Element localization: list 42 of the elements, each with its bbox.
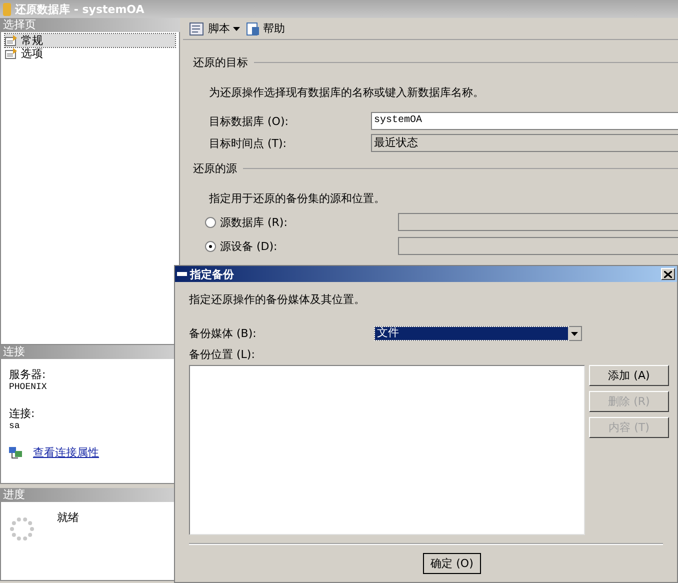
radio-label: 源设备 (D):: [220, 238, 278, 254]
radio-button[interactable]: [205, 240, 216, 252]
login-name: sa: [9, 421, 21, 431]
login-label: 连接:: [9, 406, 36, 421]
side-button[interactable]: 添加 (A): [589, 365, 669, 386]
description-text: 指定还原操作的备份媒体及其位置。: [189, 292, 366, 307]
database-icon: [3, 2, 11, 16]
page-icon: [5, 48, 18, 59]
media-dropdown[interactable]: 文件: [374, 326, 582, 341]
radio-label: 源数据库 (R):: [220, 214, 288, 230]
page-icon: [5, 35, 18, 46]
field-label: 目标时间点 (T):: [209, 136, 288, 150]
window-menu-icon: [177, 272, 187, 276]
help-document-icon: [246, 22, 260, 36]
spinner-icon: [9, 516, 35, 542]
sidebar-item[interactable]: 选项: [5, 47, 175, 60]
input-field[interactable]: [398, 213, 678, 231]
description-text: 为还原操作选择现有数据库的名称或键入新数据库名称。: [208, 85, 485, 100]
description-text: 指定用于还原的备份集的源和位置。: [208, 191, 386, 206]
close-button[interactable]: [661, 268, 675, 280]
caret-icon: [233, 26, 240, 30]
input-field[interactable]: systemOA: [371, 112, 678, 130]
ok-button[interactable]: 确定 (O): [423, 553, 481, 574]
radio-button[interactable]: [205, 216, 216, 228]
input-field[interactable]: [398, 237, 678, 255]
server-label: 服务器:: [9, 367, 47, 382]
dialog-title: 指定备份: [190, 266, 234, 282]
sidebar-item[interactable]: 常规: [5, 34, 175, 47]
field-label: 备份媒体 (B):: [189, 326, 258, 341]
field-label: 备份位置 (L):: [189, 347, 256, 362]
caret-icon: [571, 332, 578, 336]
field-label: 目标数据库 (O):: [209, 114, 290, 128]
section-header: 选择页: [0, 18, 180, 32]
server-name: PHOENIX: [9, 382, 48, 392]
status-text: 就绪: [57, 510, 79, 526]
section-heading: 还原的目标: [193, 54, 248, 70]
window-title: 还原数据库 - systemOA: [15, 2, 144, 16]
connection-properties-link[interactable]: 查看连接属性: [33, 445, 99, 460]
toolbar-button[interactable]: 脚本: [189, 21, 240, 36]
toolbar-button[interactable]: 帮助: [246, 21, 285, 36]
section-heading: 还原的源: [193, 160, 237, 176]
computers-icon: [9, 446, 23, 459]
